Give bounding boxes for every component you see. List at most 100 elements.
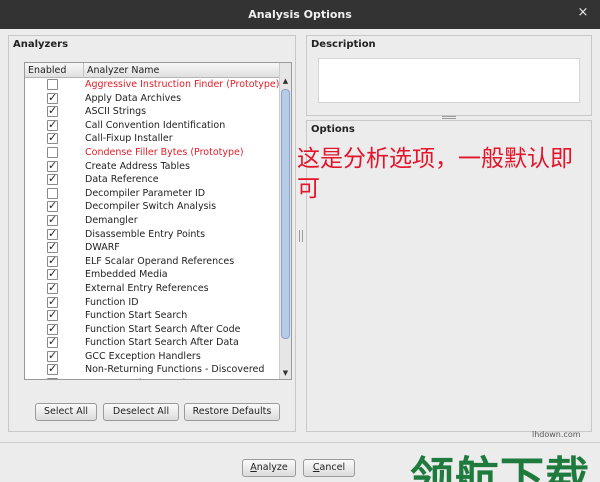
enabled-checkbox[interactable] <box>47 322 58 335</box>
splitter-grip-icon[interactable] <box>299 230 303 242</box>
description-label: Description <box>311 39 376 50</box>
analyzer-rows: Aggressive Instruction Finder (Prototype… <box>25 78 281 379</box>
enabled-checkbox[interactable] <box>47 146 58 158</box>
scroll-up-icon[interactable]: ▲ <box>280 76 291 87</box>
site-watermark: lhdown.com 领航下载 <box>410 424 590 482</box>
analyzer-name: Function ID <box>85 296 139 308</box>
enabled-checkbox[interactable] <box>47 79 58 90</box>
table-row[interactable]: DWARF <box>25 240 281 255</box>
table-row[interactable]: Function ID <box>25 295 281 310</box>
enabled-checkbox[interactable] <box>47 376 58 379</box>
analyzer-name: Function Start Search After Data <box>85 337 239 349</box>
scroll-down-icon[interactable]: ▼ <box>280 368 291 379</box>
column-header-analyzer-name[interactable]: Analyzer Name <box>83 63 159 76</box>
analyze-label-rest: nalyze <box>256 462 288 473</box>
description-text-area <box>318 58 580 103</box>
table-row[interactable]: Create Address Tables <box>25 159 281 174</box>
vertical-scrollbar[interactable]: ▲ ▼ <box>279 63 291 379</box>
analyzer-name: ELF Scalar Operand References <box>85 255 235 267</box>
annotation-text: 这是分析选项，一般默认即可 <box>297 146 573 202</box>
enabled-checkbox[interactable] <box>47 362 58 376</box>
enabled-checkbox[interactable] <box>47 187 58 199</box>
cancel-button[interactable]: Cancel <box>303 459 355 477</box>
analyzer-name: Disassemble Entry Points <box>85 228 206 240</box>
analyzer-name: Data Reference <box>85 174 159 186</box>
table-row[interactable]: GCC Exception Handlers <box>25 349 281 364</box>
analyzer-name: ASCII Strings <box>85 106 147 118</box>
enabled-checkbox[interactable] <box>47 267 58 281</box>
enabled-checkbox[interactable] <box>47 335 58 349</box>
title-bar: Analysis Options × <box>0 0 600 29</box>
table-row[interactable]: Data Reference <box>25 172 281 187</box>
enabled-checkbox[interactable] <box>47 199 58 213</box>
enabled-checkbox[interactable] <box>47 281 58 294</box>
window-title: Analysis Options <box>248 8 352 21</box>
analyzer-name: Call-Fixup Installer <box>85 133 173 145</box>
analyzer-name: Decompiler Parameter ID <box>85 187 206 199</box>
analyzer-name: Embedded Media <box>85 269 168 281</box>
enabled-checkbox[interactable] <box>47 118 58 131</box>
analyzer-name: Aggressive Instruction Finder (Prototype… <box>85 79 280 90</box>
analyzer-name: Call Convention Identification <box>85 119 226 131</box>
table-row[interactable]: Demangler <box>25 213 281 228</box>
table-row[interactable]: Non-Returning Functions - Known <box>25 376 281 379</box>
close-icon[interactable]: × <box>576 6 590 20</box>
cancel-mnemonic: C <box>312 462 320 473</box>
enabled-checkbox[interactable] <box>47 349 58 362</box>
table-row[interactable]: Function Start Search <box>25 308 281 323</box>
splitter-grip-icon[interactable] <box>442 116 456 119</box>
analyzer-name: Function Start Search After Code <box>85 323 241 335</box>
analyzer-name: GCC Exception Handlers <box>85 350 201 362</box>
table-row[interactable]: Decompiler Switch Analysis <box>25 199 281 214</box>
analyzer-name: Non-Returning Functions - Discovered <box>85 364 265 376</box>
table-row[interactable]: Embedded Media <box>25 267 281 282</box>
analyzer-name: Demangler <box>85 214 138 226</box>
watermark-url: lhdown.com <box>532 430 581 439</box>
table-row[interactable]: External Entry References <box>25 281 281 296</box>
description-panel: Description <box>306 35 592 116</box>
analyze-button[interactable]: Analyze <box>242 459 296 477</box>
enabled-checkbox[interactable] <box>47 240 58 254</box>
enabled-checkbox[interactable] <box>47 131 58 145</box>
table-row[interactable]: Function Start Search After Code <box>25 322 281 337</box>
table-row[interactable]: Condense Filler Bytes (Prototype) <box>25 146 281 160</box>
table-row[interactable]: Apply Data Archives <box>25 91 281 106</box>
analyzer-name: Create Address Tables <box>85 160 190 172</box>
enabled-checkbox[interactable] <box>47 227 58 240</box>
enabled-checkbox[interactable] <box>47 159 58 172</box>
analyzer-name: Condense Filler Bytes (Prototype) <box>85 146 244 158</box>
table-row[interactable]: Aggressive Instruction Finder (Prototype… <box>25 78 281 92</box>
restore-defaults-button[interactable]: Restore Defaults <box>184 403 280 421</box>
enabled-checkbox[interactable] <box>47 308 58 322</box>
analyzers-label: Analyzers <box>13 39 69 50</box>
table-row[interactable]: ELF Scalar Operand References <box>25 254 281 269</box>
analyzers-table: Enabled Analyzer Name Aggressive Instruc… <box>24 62 292 380</box>
scrollbar-thumb[interactable] <box>281 89 290 339</box>
watermark-logo-text: 领航下载 <box>410 453 590 482</box>
select-all-button[interactable]: Select All <box>35 403 97 421</box>
enabled-checkbox[interactable] <box>47 172 58 186</box>
table-row[interactable]: Decompiler Parameter ID <box>25 187 281 201</box>
table-row[interactable]: ASCII Strings <box>25 104 281 119</box>
analyzer-name: Non-Returning Functions - Known <box>85 378 243 379</box>
analyzers-panel: Analyzers Enabled Analyzer Name Aggressi… <box>8 35 296 432</box>
table-row[interactable]: Non-Returning Functions - Discovered <box>25 362 281 377</box>
enabled-checkbox[interactable] <box>47 295 58 308</box>
enabled-checkbox[interactable] <box>47 91 58 104</box>
table-row[interactable]: Call Convention Identification <box>25 118 281 133</box>
cancel-label-rest: ancel <box>319 462 346 473</box>
options-label: Options <box>311 124 355 135</box>
analyzer-name: Apply Data Archives <box>85 92 182 104</box>
enabled-checkbox[interactable] <box>47 213 58 226</box>
column-header-enabled[interactable]: Enabled <box>28 65 66 76</box>
enabled-checkbox[interactable] <box>47 254 58 267</box>
vertical-splitter[interactable] <box>298 35 304 432</box>
table-row[interactable]: Function Start Search After Data <box>25 335 281 350</box>
table-row[interactable]: Disassemble Entry Points <box>25 227 281 242</box>
analyzer-name: Decompiler Switch Analysis <box>85 201 217 213</box>
analyzer-name: External Entry References <box>85 282 209 294</box>
analyzer-name: DWARF <box>85 242 120 254</box>
enabled-checkbox[interactable] <box>47 104 58 118</box>
deselect-all-button[interactable]: Deselect All <box>103 403 179 421</box>
table-row[interactable]: Call-Fixup Installer <box>25 131 281 146</box>
